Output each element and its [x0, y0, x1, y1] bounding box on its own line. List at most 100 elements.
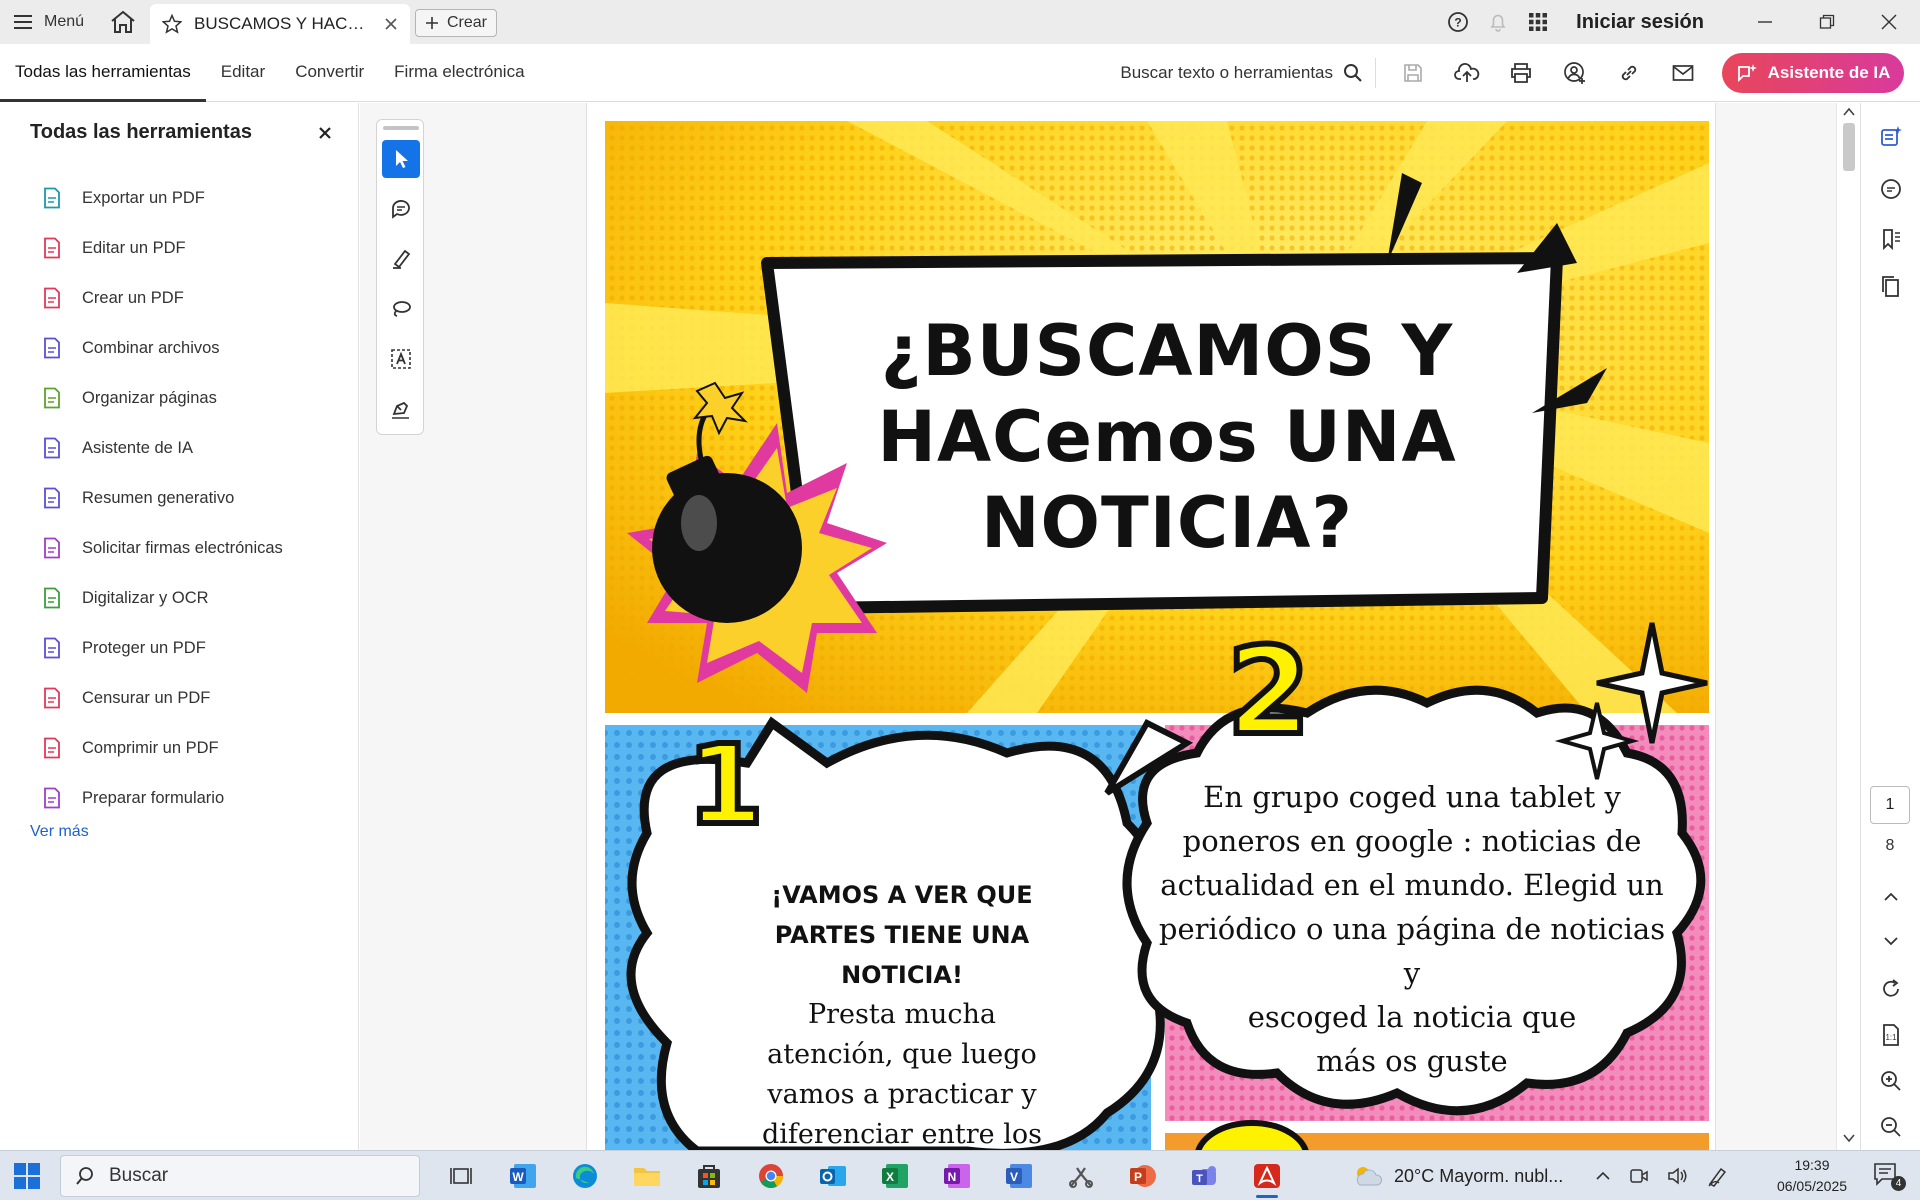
task-view-icon[interactable] [430, 1151, 492, 1201]
protect-pdf-icon [40, 636, 64, 660]
tool-item[interactable]: Resumen generativo [40, 473, 340, 523]
fit-page-icon[interactable]: 1:1 [1875, 1019, 1907, 1051]
chevron-up-icon[interactable] [1595, 1171, 1611, 1181]
svg-text:X: X [886, 1170, 894, 1184]
tab-edit[interactable]: Editar [206, 44, 280, 102]
bubble-1-text: ¡VAMOS A VER QUE PARTES TIENE UNA NOTICI… [742, 875, 1062, 1151]
tool-item[interactable]: Censurar un PDF [40, 673, 340, 723]
draw-tool[interactable] [382, 290, 420, 328]
highlight-tool[interactable] [382, 240, 420, 278]
svg-text:N: N [948, 1170, 957, 1184]
file-explorer-icon[interactable] [616, 1151, 678, 1201]
vertical-scrollbar[interactable] [1836, 103, 1860, 1151]
link-icon[interactable] [1602, 53, 1656, 93]
quick-tools-bar [376, 119, 424, 435]
taskbar-search[interactable]: Buscar [60, 1155, 420, 1197]
notifications-bell-icon[interactable] [1478, 0, 1518, 44]
scan-ocr-icon [40, 586, 64, 610]
onenote-app-icon[interactable]: N [926, 1151, 988, 1201]
current-page-input[interactable]: 1 [1870, 786, 1910, 824]
page-thumbnails-icon[interactable] [1875, 271, 1907, 303]
ai-assistant-button[interactable]: Asistente de IA [1722, 53, 1904, 93]
restore-button[interactable] [1796, 0, 1858, 44]
tool-item-label: Asistente de IA [82, 438, 193, 457]
tool-item[interactable]: Organizar páginas [40, 373, 340, 423]
chrome-app-icon[interactable] [740, 1151, 802, 1201]
word-app-icon[interactable]: W [492, 1151, 554, 1201]
upload-cloud-icon[interactable] [1440, 53, 1494, 93]
text-tool[interactable] [382, 340, 420, 378]
help-icon[interactable]: ? [1438, 0, 1478, 44]
sign-tool[interactable] [382, 390, 420, 428]
pen-menu-icon[interactable] [1707, 1165, 1729, 1187]
volume-icon[interactable] [1667, 1167, 1689, 1185]
close-window-button[interactable] [1858, 0, 1920, 44]
camera-icon[interactable] [1629, 1167, 1649, 1185]
generative-summary-icon [40, 486, 64, 510]
visio-app-icon[interactable]: V [988, 1151, 1050, 1201]
scroll-down-icon[interactable] [1843, 1133, 1855, 1143]
create-button[interactable]: Crear [415, 9, 497, 37]
select-tool[interactable] [382, 140, 420, 178]
outlook-app-icon[interactable] [802, 1151, 864, 1201]
pen-sign-icon [392, 401, 409, 419]
tool-item[interactable]: Crear un PDF [40, 273, 340, 323]
apps-grid-icon[interactable] [1518, 0, 1558, 44]
search-icon [76, 1167, 93, 1185]
tool-item-label: Combinar archivos [82, 338, 220, 357]
bookmarks-icon[interactable] [1875, 223, 1907, 255]
home-icon[interactable] [108, 10, 138, 34]
drag-handle[interactable] [383, 126, 419, 130]
minimize-button[interactable] [1734, 0, 1796, 44]
email-icon[interactable] [1656, 53, 1710, 93]
print-icon[interactable] [1494, 53, 1548, 93]
export-pdf-icon [40, 186, 64, 210]
excel-app-icon[interactable]: X [864, 1151, 926, 1201]
powerpoint-app-icon[interactable]: P [1112, 1151, 1174, 1201]
search-tools-button[interactable]: Buscar texto o herramientas [1120, 58, 1376, 88]
teams-app-icon[interactable]: T [1174, 1151, 1236, 1201]
notification-center-button[interactable]: 4 [1872, 1161, 1906, 1191]
taskbar-clock[interactable]: 19:39 06/05/2025 [1762, 1155, 1862, 1197]
next-page-icon[interactable] [1875, 925, 1907, 957]
previous-page-icon[interactable] [1875, 881, 1907, 913]
see-more-link[interactable]: Ver más [30, 823, 89, 841]
tool-item[interactable]: Proteger un PDF [40, 623, 340, 673]
close-panel-icon[interactable] [315, 123, 335, 143]
snipping-tool-icon[interactable] [1050, 1151, 1112, 1201]
document-tab[interactable]: BUSCAMOS Y HACEMOS UNA NOTICIA [150, 4, 410, 44]
store-app-icon[interactable] [678, 1151, 740, 1201]
tool-item[interactable]: Exportar un PDF [40, 173, 340, 223]
ai-summary-icon[interactable] [1875, 121, 1907, 153]
acrobat-app-icon[interactable] [1236, 1151, 1298, 1201]
scroll-up-icon[interactable] [1843, 107, 1855, 117]
plus-icon [425, 17, 438, 29]
menu-button[interactable]: Menú [14, 0, 84, 44]
star-icon[interactable] [162, 14, 182, 34]
comment-tool[interactable] [382, 190, 420, 228]
windows-start-icon[interactable] [12, 1161, 42, 1191]
rotate-icon[interactable] [1875, 973, 1907, 1005]
tool-item[interactable]: Comprimir un PDF [40, 723, 340, 773]
share-user-icon[interactable] [1548, 53, 1602, 93]
tab-all-tools[interactable]: Todas las herramientas [0, 44, 206, 102]
tool-item[interactable]: Combinar archivos [40, 323, 340, 373]
sign-in-button[interactable]: Iniciar sesión [1576, 11, 1704, 34]
tab-convert[interactable]: Convertir [280, 44, 379, 102]
tool-item[interactable]: Solicitar firmas electrónicas [40, 523, 340, 573]
edge-app-icon[interactable] [554, 1151, 616, 1201]
tool-item[interactable]: Editar un PDF [40, 223, 340, 273]
tool-item-label: Comprimir un PDF [82, 738, 219, 757]
weather-widget[interactable]: 20°C Mayorm. nubl... [1352, 1151, 1563, 1201]
zoom-out-icon[interactable] [1875, 1111, 1907, 1143]
save-icon[interactable] [1386, 53, 1440, 93]
zoom-in-icon[interactable] [1875, 1065, 1907, 1097]
tool-item[interactable]: Asistente de IA [40, 423, 340, 473]
tool-item[interactable]: Preparar formulario [40, 773, 340, 823]
bubble-2-line: más os guste [1316, 1044, 1508, 1078]
tool-item[interactable]: Digitalizar y OCR [40, 573, 340, 623]
scrollbar-thumb[interactable] [1843, 123, 1855, 171]
close-tab-icon[interactable] [384, 17, 398, 31]
tab-e-signature[interactable]: Firma electrónica [379, 44, 539, 102]
comments-panel-icon[interactable] [1875, 173, 1907, 205]
